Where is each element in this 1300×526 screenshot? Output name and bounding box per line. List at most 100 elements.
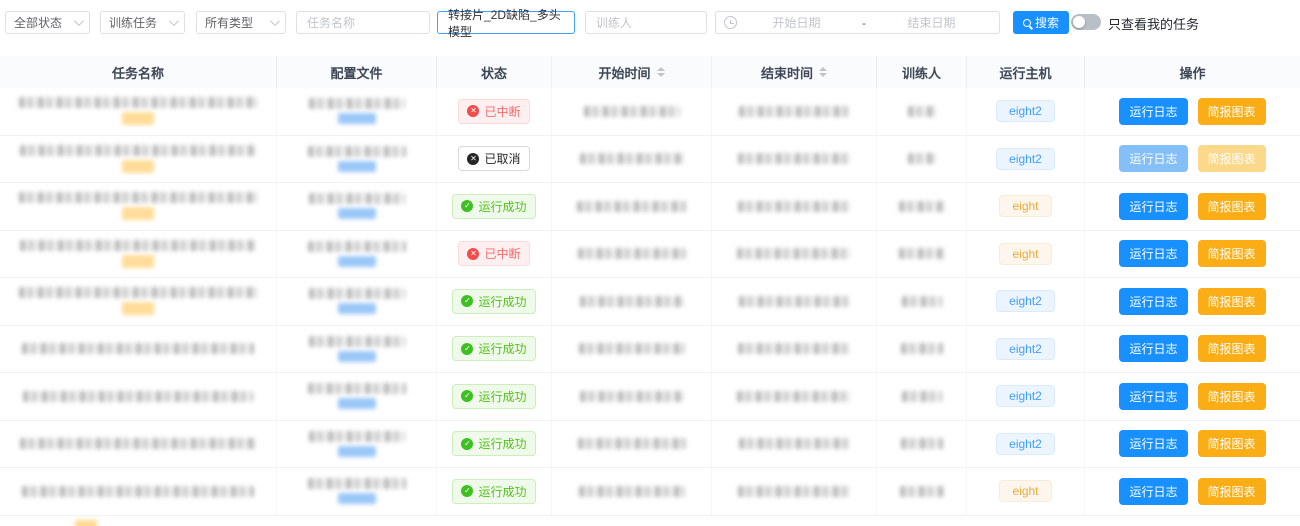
redacted-partial-content [75,520,97,526]
report-chart-button[interactable]: 简报图表 [1198,383,1266,410]
column-header-task-name: 任务名称 [0,56,277,88]
status-badge: ✕ 已取消 [458,146,529,171]
actions-cell: 运行日志 简报图表 [1085,421,1300,468]
table-row: ✓ 运行成功 eight2 运行日志 简报图表 [0,421,1300,469]
host-badge: eight [999,480,1051,502]
host-badge: eight2 [996,338,1055,360]
host-cell: eight2 [967,278,1085,325]
date-range-picker[interactable]: 开始日期 - 结束日期 [715,11,1000,34]
status-label: 运行成功 [478,483,526,500]
actions-cell: 运行日志 简报图表 [1085,231,1300,278]
trainer-cell [877,183,967,230]
run-log-button[interactable]: 运行日志 [1119,240,1187,267]
clock-icon [724,16,737,29]
end-time-cell [712,326,877,373]
table-row-partial [0,516,1300,526]
column-header-start-time[interactable]: 开始时间 [552,56,712,88]
redacted-trainer [899,248,945,259]
redacted-start-time [579,343,685,354]
start-time-cell [552,421,712,468]
start-time-cell [552,231,712,278]
search-keyword-input[interactable]: 转接片_2D缺陷_多头模型 [437,11,575,34]
column-header-end-time[interactable]: 结束时间 [712,56,877,88]
table-row: ✓ 运行成功 eight2 运行日志 简报图表 [0,278,1300,326]
redacted-trainer [901,343,943,354]
redacted-task-name [20,438,256,449]
run-log-button[interactable]: 运行日志 [1119,288,1187,315]
redacted-config-link[interactable] [338,113,376,124]
status-icon: ✓ [461,295,473,307]
status-badge: ✓ 运行成功 [452,194,535,219]
search-button[interactable]: 搜索 [1013,11,1069,34]
status-filter-select[interactable]: 全部状态 [5,11,90,34]
end-time-cell [712,373,877,420]
redacted-start-time [580,153,684,164]
redacted-start-time [577,201,687,212]
status-cell: ✓ 运行成功 [437,373,552,420]
report-chart-button[interactable]: 简报图表 [1198,98,1266,125]
redacted-config-name [309,431,405,442]
status-cell: ✓ 运行成功 [437,421,552,468]
table-row: ✓ 运行成功 eight2 运行日志 简报图表 [0,373,1300,421]
config-file-cell [277,278,437,325]
task-type-select[interactable]: 训练任务 [100,11,185,34]
redacted-config-link[interactable] [338,493,376,504]
date-range-separator: - [856,16,872,30]
sort-icon[interactable] [819,67,827,77]
redacted-config-link[interactable] [338,208,376,219]
config-file-cell [277,136,437,183]
redacted-task-tag [122,207,154,220]
host-cell: eight [967,183,1085,230]
redacted-config-name [308,146,406,157]
trainer-cell [877,421,967,468]
trainer-input[interactable]: 训练人 [585,11,707,34]
report-chart-button[interactable]: 简报图表 [1198,288,1266,315]
start-time-cell [552,136,712,183]
report-chart-button[interactable]: 简报图表 [1198,145,1266,172]
redacted-config-link[interactable] [338,161,376,172]
table-body: ✕ 已中断 eight2 运行日志 简报图表 [0,88,1300,526]
report-chart-button[interactable]: 简报图表 [1198,430,1266,457]
report-chart-button[interactable]: 简报图表 [1198,193,1266,220]
run-log-button[interactable]: 运行日志 [1119,193,1187,220]
column-header-status: 状态 [437,56,552,88]
status-icon: ✓ [461,390,473,402]
run-log-button[interactable]: 运行日志 [1119,98,1187,125]
config-file-cell [277,88,437,135]
sort-icon[interactable] [657,67,665,77]
task-table: 任务名称 配置文件 状态 开始时间 结束时间 训练人 运行主机 操作 [0,56,1300,526]
task-type-value: 训练任务 [109,14,157,31]
run-log-button[interactable]: 运行日志 [1119,383,1187,410]
redacted-config-link[interactable] [338,256,376,267]
task-name-cell [0,326,277,373]
start-time-cell [552,278,712,325]
task-name-cell [0,183,277,230]
status-label: 已中断 [484,245,520,262]
redacted-end-time [737,248,851,259]
end-date-placeholder: 结束日期 [872,14,991,31]
status-label: 已取消 [484,150,520,167]
redacted-config-link[interactable] [338,303,376,314]
redacted-config-link[interactable] [338,351,376,362]
report-chart-button[interactable]: 简报图表 [1198,240,1266,267]
run-log-button[interactable]: 运行日志 [1119,478,1187,505]
report-chart-button[interactable]: 简报图表 [1198,478,1266,505]
actions-cell: 运行日志 简报图表 [1085,136,1300,183]
host-cell: eight [967,231,1085,278]
redacted-config-link[interactable] [338,398,376,409]
redacted-task-tag [122,160,154,173]
report-chart-button[interactable]: 简报图表 [1198,335,1266,362]
redacted-config-link[interactable] [338,446,376,457]
run-log-button[interactable]: 运行日志 [1119,335,1187,362]
status-badge: ✕ 已中断 [458,241,529,266]
end-time-cell [712,136,877,183]
status-cell: ✕ 已中断 [437,88,552,135]
task-name-input[interactable]: 任务名称 [296,11,430,34]
run-log-button[interactable]: 运行日志 [1119,430,1187,457]
task-name-cell [0,421,277,468]
run-log-button[interactable]: 运行日志 [1119,145,1187,172]
category-select[interactable]: 所有类型 [196,11,286,34]
my-tasks-toggle[interactable] [1071,14,1101,30]
column-header-trainer: 训练人 [877,56,967,88]
redacted-config-name [308,383,406,394]
